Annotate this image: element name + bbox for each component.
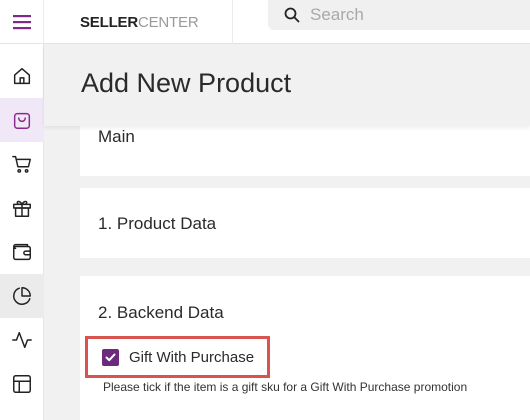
shopping-bag-icon	[13, 112, 31, 129]
sidebar-nav	[0, 44, 44, 420]
hamburger-menu-button[interactable]	[0, 0, 44, 44]
sidebar-item-performance[interactable]	[0, 318, 44, 362]
sidebar-item-home[interactable]	[0, 54, 44, 98]
page-title: Add New Product	[81, 68, 292, 98]
sidebar-item-orders[interactable]	[0, 142, 44, 186]
checkmark-icon	[105, 353, 116, 362]
search-box[interactable]	[268, 0, 530, 30]
logo-light-text: CENTER	[137, 13, 199, 31]
seller-center-logo[interactable]: SELLER CENTER	[44, 0, 233, 44]
page-header: Add New Product	[44, 44, 530, 126]
sidebar-item-finance[interactable]	[0, 230, 44, 274]
search-icon	[284, 7, 300, 23]
activity-icon	[12, 331, 32, 349]
top-bar: SELLER CENTER	[0, 0, 530, 44]
section-main-title: Main	[98, 127, 135, 146]
home-icon	[13, 67, 31, 85]
gift-with-purchase-option[interactable]: Gift With Purchase	[102, 349, 254, 366]
search-input[interactable]	[310, 5, 510, 25]
pie-chart-icon	[13, 287, 31, 305]
sidebar-item-store[interactable]	[0, 362, 44, 406]
section-product-data-card[interactable]: 1. Product Data	[80, 188, 530, 258]
sidebar-item-analytics[interactable]	[0, 274, 44, 318]
sidebar-item-promotions[interactable]	[0, 186, 44, 230]
section-main-card[interactable]: Main	[80, 120, 530, 176]
wallet-icon	[13, 243, 31, 261]
gift-with-purchase-hint: Please tick if the item is a gift sku fo…	[103, 380, 468, 394]
gift-icon	[13, 200, 31, 217]
gift-with-purchase-checkbox[interactable]	[102, 349, 119, 366]
shopping-cart-icon	[12, 155, 31, 173]
sidebar-item-products[interactable]	[0, 98, 44, 142]
menu-icon	[12, 15, 31, 30]
section-product-data-title: 1. Product Data	[98, 214, 217, 233]
gift-with-purchase-label[interactable]: Gift With Purchase	[129, 349, 254, 366]
layout-icon	[13, 375, 31, 393]
section-backend-data-title[interactable]: 2. Backend Data	[98, 303, 224, 323]
logo-bold-text: SELLER	[80, 13, 138, 31]
